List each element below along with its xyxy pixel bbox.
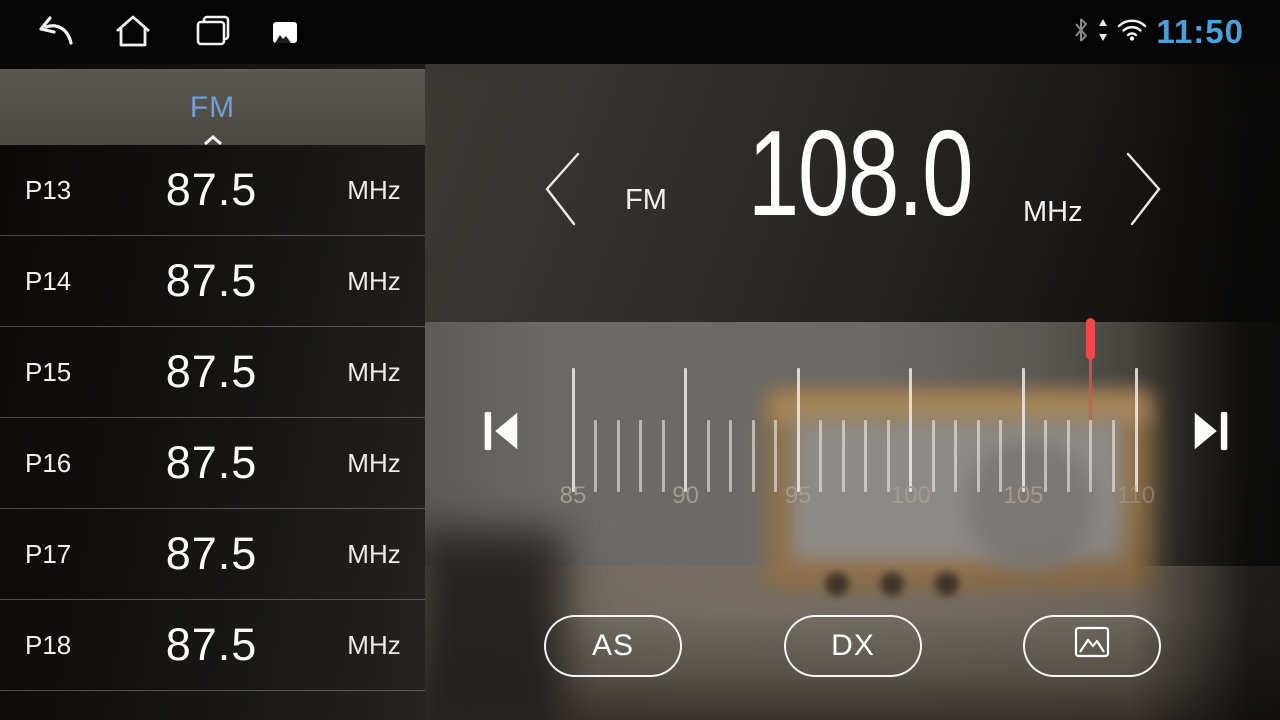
seek-previous-button[interactable] <box>470 402 530 462</box>
tuner-area: FM 108.0 MHz 85 90 95 100 105 110 <box>425 64 1280 720</box>
preset-row-p14[interactable]: P14 87.5 MHz <box>0 236 425 327</box>
screenshot-button[interactable] <box>258 10 312 54</box>
frequency-unit: MHz <box>1023 196 1083 229</box>
tune-down-button[interactable] <box>537 152 581 229</box>
home-button[interactable] <box>106 10 160 54</box>
scale-minor-tick <box>864 420 867 492</box>
chevron-right-icon <box>1125 214 1169 229</box>
scale-label: 105 <box>993 482 1053 510</box>
preset-label: P16 <box>0 448 100 479</box>
preset-unit: MHz <box>323 539 425 570</box>
car-radio-app: 11:50 FM P13 87.5 MHz P14 87.5 MHz <box>0 0 1280 720</box>
auto-store-button[interactable]: AS <box>544 615 682 677</box>
screenshot-icon <box>273 22 297 43</box>
frequency-scale[interactable]: 85 90 95 100 105 110 <box>425 300 1280 540</box>
scale-minor-tick <box>752 420 755 492</box>
preset-frequency: 87.5 <box>100 528 323 580</box>
preset-label: P17 <box>0 539 100 570</box>
preset-panel: FM P13 87.5 MHz P14 87.5 MHz P15 87.5 MH <box>0 64 425 720</box>
preset-unit: MHz <box>323 448 425 479</box>
preset-label: P14 <box>0 266 100 297</box>
preset-frequency: 87.5 <box>100 619 323 671</box>
bluetooth-icon <box>1073 17 1089 48</box>
preset-frequency: 87.5 <box>100 346 323 398</box>
scale-major-tick <box>572 368 575 492</box>
scale-major-tick <box>684 368 687 492</box>
preset-label: P15 <box>0 357 100 388</box>
scale-minor-tick <box>617 420 620 492</box>
preset-frequency: 87.5 <box>100 164 323 216</box>
preset-row-p13[interactable]: P13 87.5 MHz <box>0 145 425 236</box>
wifi-icon <box>1117 18 1147 46</box>
preset-unit: MHz <box>323 266 425 297</box>
chevron-left-icon <box>537 214 581 229</box>
back-icon <box>35 14 75 51</box>
band-tab-label: FM <box>190 91 235 125</box>
status-indicators: 11:50 <box>1073 0 1280 64</box>
scale-major-tick <box>1022 368 1025 492</box>
dx-label: DX <box>831 629 875 663</box>
preset-row-p17[interactable]: P17 87.5 MHz <box>0 509 425 600</box>
tuner-needle <box>1086 318 1095 360</box>
tune-up-button[interactable] <box>1125 152 1169 229</box>
preset-unit: MHz <box>323 175 425 206</box>
scale-minor-tick <box>639 420 642 492</box>
seek-next-button[interactable] <box>1182 402 1242 462</box>
scale-label: 90 <box>656 482 716 510</box>
band-label: FM <box>625 184 667 217</box>
preset-list: P13 87.5 MHz P14 87.5 MHz P15 87.5 MHz P… <box>0 145 425 691</box>
skip-previous-icon <box>477 406 523 459</box>
preset-label: P18 <box>0 630 100 661</box>
preset-unit: MHz <box>323 630 425 661</box>
skip-next-icon <box>1189 406 1235 459</box>
dx-button[interactable]: DX <box>784 615 922 677</box>
auto-store-label: AS <box>592 629 634 663</box>
preset-label: P13 <box>0 175 100 206</box>
clock: 11:50 <box>1156 13 1244 51</box>
gallery-icon <box>1073 625 1111 667</box>
preset-frequency: 87.5 <box>100 255 323 307</box>
preset-row-p15[interactable]: P15 87.5 MHz <box>0 327 425 418</box>
recent-apps-button[interactable] <box>186 10 240 54</box>
scale-minor-tick <box>729 420 732 492</box>
gallery-button[interactable] <box>1023 615 1161 677</box>
scale-minor-tick <box>954 420 957 492</box>
band-tab-fm[interactable]: FM <box>0 69 425 145</box>
scale-label: 85 <box>543 482 603 510</box>
scale-minor-tick <box>1067 420 1070 492</box>
scale-minor-tick <box>977 420 980 492</box>
preset-row-p16[interactable]: P16 87.5 MHz <box>0 418 425 509</box>
scale-major-tick <box>797 368 800 492</box>
scale-major-tick <box>1135 368 1138 492</box>
back-button[interactable] <box>28 10 82 54</box>
preset-unit: MHz <box>323 357 425 388</box>
scale-minor-tick <box>1089 420 1092 492</box>
recent-apps-icon <box>194 14 232 51</box>
data-transfer-icon <box>1098 19 1108 46</box>
scale-label: 110 <box>1106 482 1166 510</box>
chevron-up-icon <box>203 135 223 145</box>
scale-minor-tick <box>842 420 845 492</box>
preset-row-p18[interactable]: P18 87.5 MHz <box>0 600 425 691</box>
frequency-value: 108.0 <box>712 112 1008 234</box>
scale-label: 100 <box>881 482 941 510</box>
status-bar: 11:50 <box>0 0 1280 64</box>
home-icon <box>114 14 152 51</box>
preset-frequency: 87.5 <box>100 437 323 489</box>
scale-major-tick <box>909 368 912 492</box>
scale-label: 95 <box>768 482 828 510</box>
